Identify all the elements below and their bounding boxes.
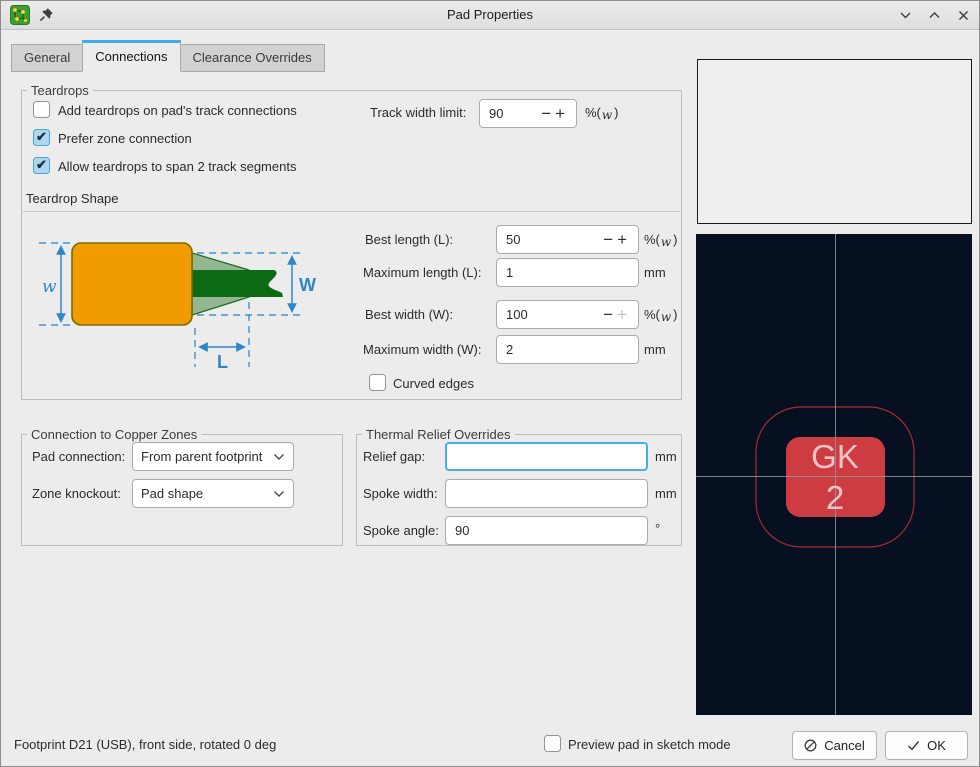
- teardrop-shape-divider: [23, 211, 680, 212]
- relief-gap-label: Relief gap:: [363, 449, 425, 464]
- teardrop-shape-header: Teardrop Shape: [26, 191, 119, 206]
- curved-edges-checkbox[interactable]: [369, 374, 386, 391]
- teardrops-group: Teardrops Add teardrops on pad's track c…: [21, 90, 682, 400]
- pad-top-preview-panel: [697, 59, 972, 224]
- maximize-chevron-up-icon[interactable]: [926, 7, 942, 23]
- spoke-angle-input[interactable]: 90: [445, 516, 648, 545]
- tab-connections[interactable]: Connections: [82, 40, 180, 72]
- max-length-unit: mm: [644, 265, 666, 280]
- spoke-angle-unit: °: [655, 521, 660, 536]
- cancel-button-label: Cancel: [824, 738, 864, 753]
- thermal-relief-group: Thermal Relief Overrides Relief gap: mm …: [356, 434, 682, 546]
- best-length-decrement-button[interactable]: −: [601, 231, 615, 248]
- cancel-prohibition-icon: [804, 739, 817, 752]
- spoke-width-label: Spoke width:: [363, 486, 437, 501]
- pad-connection-select[interactable]: From parent footprint: [132, 442, 294, 471]
- teardrop-shape-diagram: w W L: [37, 230, 317, 370]
- best-length-increment-button[interactable]: +: [615, 231, 629, 248]
- best-width-label: Best width (W):: [365, 307, 453, 322]
- L-dimension-label: L: [217, 352, 228, 370]
- pad-properties-dialog: Pad Properties General Connections Clear…: [0, 0, 980, 767]
- max-width-label: Maximum width (W):: [363, 342, 481, 357]
- track-width-limit-spinner[interactable]: 90 − +: [479, 99, 577, 128]
- cancel-button[interactable]: Cancel: [792, 731, 877, 760]
- tab-clearance-overrides[interactable]: Clearance Overrides: [180, 44, 325, 72]
- spoke-angle-value[interactable]: 90: [455, 523, 469, 538]
- max-length-label: Maximum length (L):: [363, 265, 481, 280]
- spoke-width-input[interactable]: [445, 479, 648, 508]
- pad-connection-value: From parent footprint: [141, 449, 262, 464]
- best-length-unit: %(w): [644, 232, 678, 247]
- relief-gap-unit: mm: [655, 449, 677, 464]
- copper-zones-legend: Connection to Copper Zones: [27, 427, 201, 442]
- pad-number-line2: 2: [826, 479, 844, 516]
- curved-edges-label: Curved edges: [393, 376, 474, 391]
- ok-check-icon: [907, 740, 920, 751]
- prefer-zone-connection-checkbox[interactable]: [33, 129, 50, 146]
- add-teardrops-label: Add teardrops on pad's track connections: [58, 103, 297, 118]
- pad-shape: [72, 243, 192, 325]
- prefer-zone-connection-label: Prefer zone connection: [58, 131, 192, 146]
- W-dimension-label: W: [299, 275, 316, 295]
- zone-knockout-value: Pad shape: [141, 486, 203, 501]
- best-width-unit: %(w): [644, 307, 678, 322]
- w-dimension-label: w: [42, 277, 57, 297]
- sketch-mode-label: Preview pad in sketch mode: [568, 737, 731, 752]
- window-title: Pad Properties: [1, 1, 979, 29]
- pad-number-line1: GK: [811, 438, 859, 475]
- shade-chevron-down-icon[interactable]: [897, 7, 913, 23]
- chevron-down-icon: [273, 490, 285, 498]
- pin-icon[interactable]: [39, 7, 54, 22]
- allow-span-checkbox[interactable]: [33, 157, 50, 174]
- spoke-angle-label: Spoke angle:: [363, 523, 439, 538]
- max-width-unit: mm: [644, 342, 666, 357]
- track-width-limit-label: Track width limit:: [370, 105, 466, 120]
- ok-button[interactable]: OK: [885, 731, 968, 760]
- close-icon[interactable]: [955, 7, 971, 23]
- tab-general[interactable]: General: [11, 44, 83, 72]
- chevron-down-icon: [273, 453, 285, 461]
- best-length-spinner[interactable]: 50 − +: [496, 225, 639, 254]
- titlebar[interactable]: Pad Properties: [1, 1, 979, 30]
- track-width-limit-decrement-button[interactable]: −: [539, 105, 553, 122]
- ok-button-label: OK: [927, 738, 946, 753]
- thermal-relief-legend: Thermal Relief Overrides: [362, 427, 515, 442]
- pad-board-preview-canvas: GK 2: [696, 234, 972, 715]
- best-length-label: Best length (L):: [365, 232, 453, 247]
- max-width-value[interactable]: 2: [506, 342, 513, 357]
- track-width-limit-increment-button[interactable]: +: [553, 105, 567, 122]
- best-width-decrement-button[interactable]: −: [601, 306, 615, 323]
- best-width-increment-button: +: [615, 306, 629, 323]
- add-teardrops-checkbox[interactable]: [33, 101, 50, 118]
- relief-gap-input[interactable]: [445, 442, 648, 471]
- spoke-width-unit: mm: [655, 486, 677, 501]
- track-width-limit-value[interactable]: 90: [489, 106, 539, 121]
- copper-zones-group: Connection to Copper Zones Pad connectio…: [21, 434, 343, 546]
- best-width-spinner[interactable]: 100 − +: [496, 300, 639, 329]
- allow-span-label: Allow teardrops to span 2 track segments: [58, 159, 296, 174]
- kicad-app-icon: [10, 5, 30, 25]
- best-width-value[interactable]: 100: [506, 307, 601, 322]
- max-length-input[interactable]: 1: [496, 258, 639, 287]
- teardrops-legend: Teardrops: [27, 83, 93, 98]
- sketch-mode-checkbox[interactable]: [544, 735, 561, 752]
- footprint-status-text: Footprint D21 (USB), front side, rotated…: [14, 737, 276, 752]
- pad-connection-label: Pad connection:: [32, 449, 125, 464]
- max-length-value[interactable]: 1: [506, 265, 513, 280]
- track-width-limit-unit: %(w): [585, 105, 619, 120]
- tab-bar: General Connections Clearance Overrides: [11, 40, 324, 72]
- track-shape: [192, 270, 283, 297]
- max-width-input[interactable]: 2: [496, 335, 639, 364]
- zone-knockout-label: Zone knockout:: [32, 486, 121, 501]
- zone-knockout-select[interactable]: Pad shape: [132, 479, 294, 508]
- best-length-value[interactable]: 50: [506, 232, 601, 247]
